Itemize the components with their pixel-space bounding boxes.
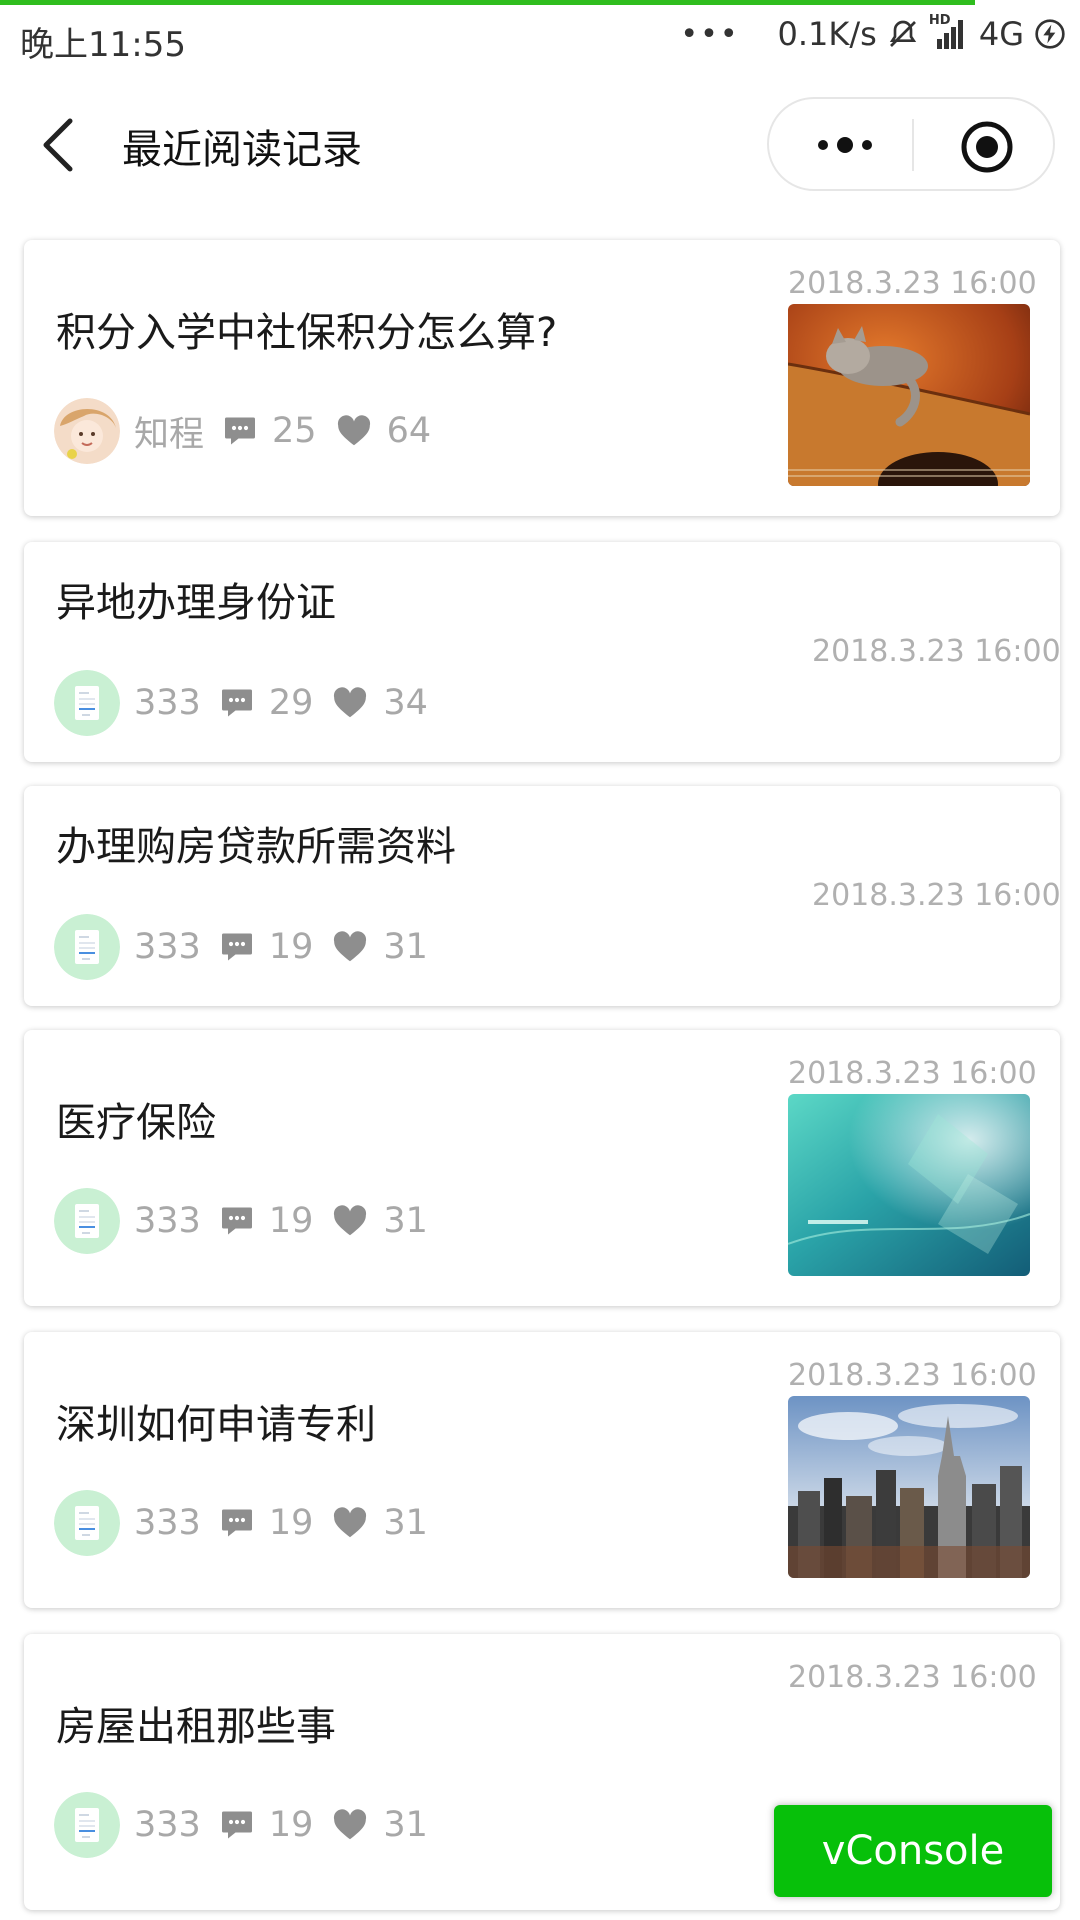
article-thumbnail [788,1396,1030,1578]
comment-count: 19 [268,927,314,967]
signal-icon: HD [929,13,969,51]
like-count: 64 [386,411,432,451]
article-title: 深圳如何申请专利 [56,1402,376,1448]
comment-icon [219,929,255,965]
close-target-icon[interactable] [959,119,1015,175]
comment-count: 19 [268,1805,314,1845]
heart-icon [331,684,369,722]
author-avatar [54,1792,120,1858]
article-title: 房屋出租那些事 [56,1704,336,1750]
article-title: 异地办理身份证 [56,580,336,626]
author-avatar [54,670,120,736]
author-name: 知程 [134,414,205,455]
comment-icon [219,1505,255,1541]
article-date: 2018.3.23 16:00 [788,1660,1037,1695]
comment-count: 25 [272,411,317,451]
comment-icon [219,1807,255,1843]
mute-bell-icon [889,20,917,47]
article-title: 办理购房贷款所需资料 [56,824,456,870]
article-meta: 333 19 31 [54,1490,428,1556]
heart-icon [331,928,369,966]
nav-bar: 最近阅读记录 [0,95,1080,195]
like-count: 34 [383,683,428,723]
heart-icon [331,1806,369,1844]
status-icons: ••• 0.1K/s HD 4G [680,13,1066,53]
hd-label: HD [928,13,951,28]
article-date: 2018.3.23 16:00 [788,1056,1037,1091]
capsule-divider [912,119,914,171]
article-date: 2018.3.23 16:00 [812,878,1061,913]
comment-icon [219,1203,255,1239]
article-card[interactable]: 2018.3.23 16:00 深圳如何申请专利 333 19 31 [24,1332,1060,1608]
article-date: 2018.3.23 16:00 [788,266,1037,301]
heart-icon [335,412,373,450]
article-thumbnail [788,1094,1030,1276]
author-avatar [54,1490,120,1556]
battery-charging-icon [1035,19,1065,49]
article-meta: 333 19 31 [54,1792,428,1858]
author-name: 333 [134,1503,201,1543]
like-count: 31 [383,1503,428,1543]
article-card[interactable]: 2018.3.23 16:00 医疗保险 333 19 31 [24,1030,1060,1306]
author-name: 333 [134,1805,201,1845]
article-card[interactable]: 办理购房贷款所需资料 2018.3.23 16:00 333 19 31 [24,786,1061,1006]
network-speed: 0.1K/s [777,15,877,53]
comment-icon [222,413,258,449]
more-notifications-icon: ••• [680,16,740,52]
article-thumbnail [788,304,1030,486]
heart-icon [331,1202,369,1240]
article-date: 2018.3.23 16:00 [788,1358,1037,1393]
author-avatar [54,914,120,980]
network-type: 4G [978,15,1024,53]
heart-icon [331,1504,369,1542]
author-avatar [54,398,120,464]
comment-icon [219,685,255,721]
back-arrow-icon[interactable] [40,115,80,175]
article-title: 积分入学中社保积分怎么算? [56,310,558,356]
like-count: 31 [383,1201,428,1241]
article-meta: 333 19 31 [54,914,428,980]
more-menu-icon[interactable] [799,121,899,169]
comment-count: 19 [268,1201,314,1241]
comment-count: 29 [268,683,314,723]
page-title: 最近阅读记录 [122,127,362,173]
like-count: 31 [383,927,428,967]
comment-count: 19 [268,1503,314,1543]
article-meta: 333 19 31 [54,1188,428,1254]
vconsole-button[interactable]: vConsole [774,1805,1052,1897]
status-time: 晚上11:55 [20,25,186,65]
article-card[interactable]: 2018.3.23 16:00 积分入学中社保积分怎么算? 知程 25 64 [24,240,1060,516]
author-name: 333 [134,683,201,723]
author-avatar [54,1188,120,1254]
mini-program-capsule [767,97,1055,191]
article-date: 2018.3.23 16:00 [812,634,1061,669]
article-title: 医疗保险 [56,1100,216,1146]
like-count: 31 [383,1805,428,1845]
article-meta: 333 29 34 [54,670,428,736]
author-name: 333 [134,1201,201,1241]
status-bar: 晚上11:55 ••• 0.1K/s HD 4G [0,5,1080,73]
author-name: 333 [134,927,201,967]
article-card[interactable]: 异地办理身份证 2018.3.23 16:00 333 29 34 [24,542,1061,762]
article-meta: 知程 25 64 [54,398,431,464]
